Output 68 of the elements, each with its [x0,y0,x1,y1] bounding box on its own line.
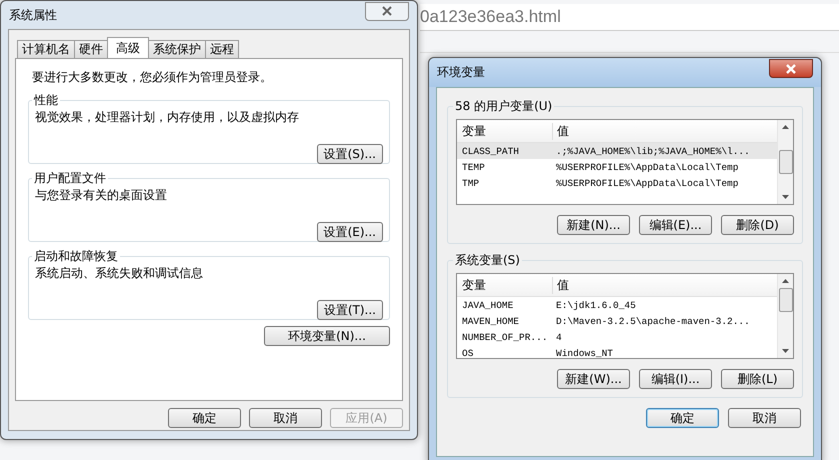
variable-name: JAVA_HOME [461,300,514,310]
variable-row[interactable]: TMP %USERPROFILE%\AppData\Local\Temp [457,175,777,191]
settings-button[interactable]: 设置(T)... [316,300,383,320]
variable-value: .;%JAVA_HOME%\lib;%JAVA_HOME%\l... [555,146,751,156]
group-title: 性能 [32,92,59,109]
group-description: 与您登录有关的桌面设置 [35,187,168,204]
close-button[interactable] [365,2,409,20]
group-description: 系统启动、系统失败和调试信息 [35,265,204,282]
group-description: 视觉效果，处理器计划，内存使用，以及虚拟内存 [35,109,300,126]
variable-row[interactable]: OS Windows_NT [457,345,777,358]
close-icon [380,6,394,16]
variable-value: 4 [555,332,563,342]
variable-row[interactable]: CLASS_PATH .;%JAVA_HOME%\lib;%JAVA_HOME%\l... [457,143,777,159]
variable-name: MAVEN_HOME [461,316,520,326]
up-arrow-icon [781,278,790,284]
environment-variables-button[interactable]: 环境变量(N)... [264,326,390,346]
column-header[interactable]: 变量 [457,122,553,140]
variable-name: CLASS_PATH [461,146,520,156]
scrollbar-thumb[interactable] [778,288,792,312]
settings-button[interactable]: 设置(E)... [316,222,383,242]
window-title: 系统属性 [9,6,57,24]
variable-name: NUMBER_OF_PR... [461,332,549,342]
dialog-button[interactable]: 确定 [168,408,241,428]
close-button[interactable] [769,59,813,78]
tab[interactable]: 计算机名 [17,40,75,58]
column-header[interactable]: 变量 [457,276,553,294]
admin-note: 要进行大多数更改，您必须作为管理员登录。 [32,69,273,86]
tab[interactable]: 高级 [107,37,149,58]
group-title: 系统变量(S) [454,252,521,269]
dialog-button[interactable]: 确定 [646,408,719,428]
variable-value: D:\Maven-3.2.5\apache-maven-3.2... [555,316,751,326]
scrollbar[interactable] [777,274,793,358]
dialog-button[interactable]: 取消 [249,408,322,428]
group-title: 启动和故障恢复 [33,248,119,265]
variable-name: TMP [461,178,480,188]
variable-row[interactable]: MAVEN_HOME D:\Maven-3.2.5\apache-maven-3.2... [457,313,777,329]
scrollbar[interactable] [777,120,793,204]
list-action-button[interactable]: 编辑(E)... [639,215,712,235]
column-header[interactable]: 值 [553,122,777,140]
variable-row[interactable]: JAVA_HOME E:\jdk1.6.0_45 [457,297,777,313]
list-action-button[interactable]: 删除(D) [721,215,794,235]
list-action-button[interactable]: 删除(L) [721,369,794,389]
list-action-button[interactable]: 新建(N)... [557,215,630,235]
variable-name: OS [461,348,474,358]
tab[interactable]: 远程 [205,40,239,58]
variable-value: %USERPROFILE%\AppData\Local\Temp [555,162,740,172]
down-arrow-icon [781,194,790,200]
variable-name: TEMP [461,162,486,172]
down-arrow-icon [781,348,790,354]
close-icon [784,64,798,74]
variable-row[interactable]: NUMBER_OF_PR... 4 [457,329,777,345]
tab[interactable]: 系统保护 [148,40,206,58]
tab[interactable]: 硬件 [74,40,108,58]
list-action-button[interactable]: 编辑(I)... [639,369,712,389]
address-bar[interactable]: 0a123e36ea3.html [420,4,839,31]
scrollbar-thumb[interactable] [778,150,792,174]
window-title: 环境变量 [437,64,485,81]
variable-value: Windows_NT [555,348,614,358]
group-title: 用户配置文件 [33,170,107,187]
settings-button[interactable]: 设置(S)... [316,144,383,164]
variable-row[interactable]: TEMP %USERPROFILE%\AppData\Local\Temp [457,159,777,175]
variable-value: E:\jdk1.6.0_45 [555,300,637,310]
group-title: 58 的用户变量(U) [454,98,554,115]
variable-value: %USERPROFILE%\AppData\Local\Temp [555,178,740,188]
up-arrow-icon [781,124,790,130]
column-header[interactable]: 值 [553,276,777,294]
list-action-button[interactable]: 新建(W)... [557,369,630,389]
dialog-button[interactable]: 取消 [728,408,801,428]
